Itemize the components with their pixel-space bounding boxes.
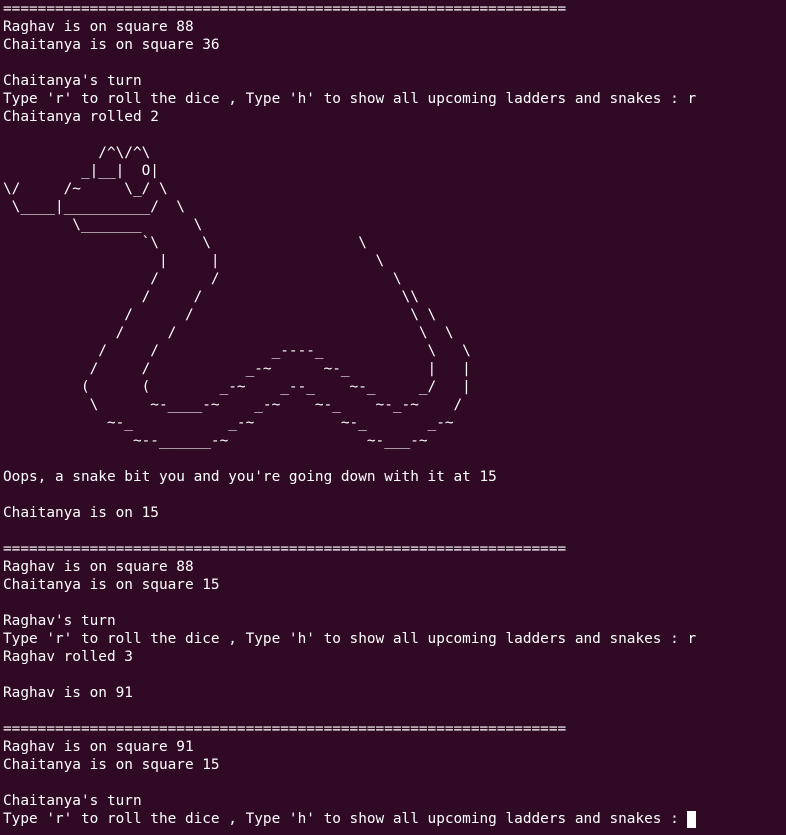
terminal-line: \ ~-____-~ _-~ ~-_ ~-_-~ / [3,397,463,413]
terminal-window[interactable]: ========================================… [0,0,786,835]
terminal-line: Raghav is on square 88 [3,559,194,575]
terminal-line: / / \\ [3,289,419,305]
terminal-output: ========================================… [3,0,786,810]
terminal-line: ========================================… [3,541,567,557]
terminal-line: / / _----_ \ \ [3,343,471,359]
terminal-line: ~--______-~ ~-___-~ [3,433,428,449]
terminal-line: Type 'r' to roll the dice , Type 'h' to … [3,631,697,647]
terminal-line: Chaitanya's turn [3,73,142,89]
input-prompt: Type 'r' to roll the dice , Type 'h' to … [3,811,688,827]
terminal-input-line[interactable]: Type 'r' to roll the dice , Type 'h' to … [3,810,786,828]
terminal-line: Raghav rolled 3 [3,649,133,665]
terminal-line: Type 'r' to roll the dice , Type 'h' to … [3,91,697,107]
terminal-line: / / \ \ [3,325,454,341]
terminal-line: ( ( _-~ _--_ ~-_ _/ | [3,379,471,395]
terminal-line: | | \ [3,253,385,269]
terminal-line: Raghav is on 91 [3,685,133,701]
terminal-line: Raghav is on square 88 [3,19,194,35]
terminal-line: / / \ \ [3,307,437,323]
terminal-line: / / _-~ ~-_ | | [3,361,471,377]
terminal-line: \/ /~ \_/ \ [3,181,168,197]
terminal-line: /^\/^\ [3,145,151,161]
terminal-line: Chaitanya rolled 2 [3,109,159,125]
text-cursor[interactable] [687,810,697,828]
terminal-line: Chaitanya is on square 15 [3,757,220,773]
terminal-line: Chaitanya's turn [3,793,142,809]
terminal-line: \_______ \ [3,217,203,233]
terminal-line: / / \ [3,271,402,287]
terminal-line: ========================================… [3,1,567,17]
terminal-line: Raghav is on square 91 [3,739,194,755]
terminal-line: `\ \ \ [3,235,367,251]
terminal-line: _|__| O| [3,163,159,179]
terminal-line: ~-_ _-~ ~-_ _-~ [3,415,454,431]
terminal-line: ========================================… [3,721,567,737]
terminal-line: Oops, a snake bit you and you're going d… [3,469,497,485]
terminal-line: Chaitanya is on 15 [3,505,159,521]
terminal-line: Chaitanya is on square 36 [3,37,220,53]
terminal-line: Chaitanya is on square 15 [3,577,220,593]
terminal-line: Raghav's turn [3,613,116,629]
terminal-line: \____|__________/ \ [3,199,185,215]
